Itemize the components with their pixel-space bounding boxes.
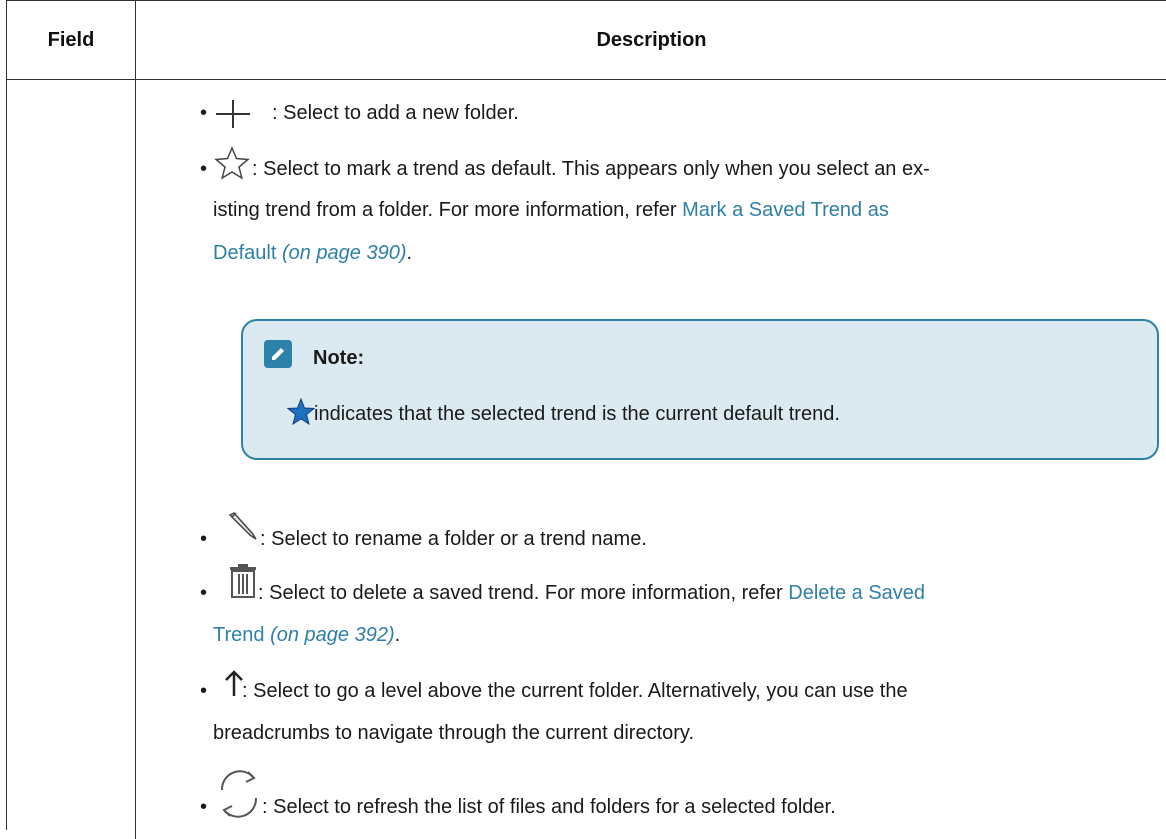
default-text-line1: : Select to mark a trend as default. Thi… [252,158,930,180]
delete-text-line1: : Select to delete a saved trend. For mo… [258,582,925,605]
header-description: Description [596,28,707,51]
up-text-line2: breadcrumbs to navigate through the curr… [213,722,694,744]
delete-text-prefix: : Select to delete a saved trend. For mo… [258,582,789,604]
default-text-line2-prefix: isting trend from a folder. For more inf… [213,199,683,221]
refresh-icon [220,770,258,818]
rename-text: : Select to rename a folder or a trend n… [260,528,647,550]
column-divider [135,79,136,839]
note-title: Note: [313,347,365,369]
bullet: • [200,528,208,550]
trash-icon [230,564,256,598]
delete-text-line2: Trend (on page 392). [213,624,400,647]
delete-saved-link-cont[interactable]: Trend [213,624,265,646]
mark-default-link-cont[interactable]: Default [213,242,276,264]
bullet: • [200,582,208,604]
plus-icon [216,100,250,128]
period: . [394,624,401,646]
add-folder-text: : Select to add a new folder. [272,102,519,124]
up-text-line1: : Select to go a level above the current… [242,680,908,702]
bullet: • [200,158,208,180]
period: . [406,242,413,264]
default-text-line3: Default (on page 390). [213,242,412,265]
pencil-icon [228,512,257,540]
star-filled-icon [287,398,315,426]
page-reference[interactable]: (on page 390) [282,242,407,264]
delete-saved-link[interactable]: Delete a Saved [788,582,925,604]
bullet: • [200,680,208,702]
page-reference[interactable]: (on page 392) [270,624,395,646]
note-box [241,319,1159,460]
refresh-text: : Select to refresh the list of files an… [262,796,836,818]
default-text-line2: isting trend from a folder. For more inf… [213,199,889,222]
header-field: Field [7,1,136,79]
mark-default-link[interactable]: Mark a Saved Trend as [682,199,889,221]
table-header-row: Field Description [7,1,1166,80]
star-outline-icon [214,146,250,180]
bullet: • [200,102,208,124]
note-edit-icon [264,340,292,368]
bullet: • [200,796,208,818]
note-text: indicates that the selected trend is the… [314,403,840,425]
